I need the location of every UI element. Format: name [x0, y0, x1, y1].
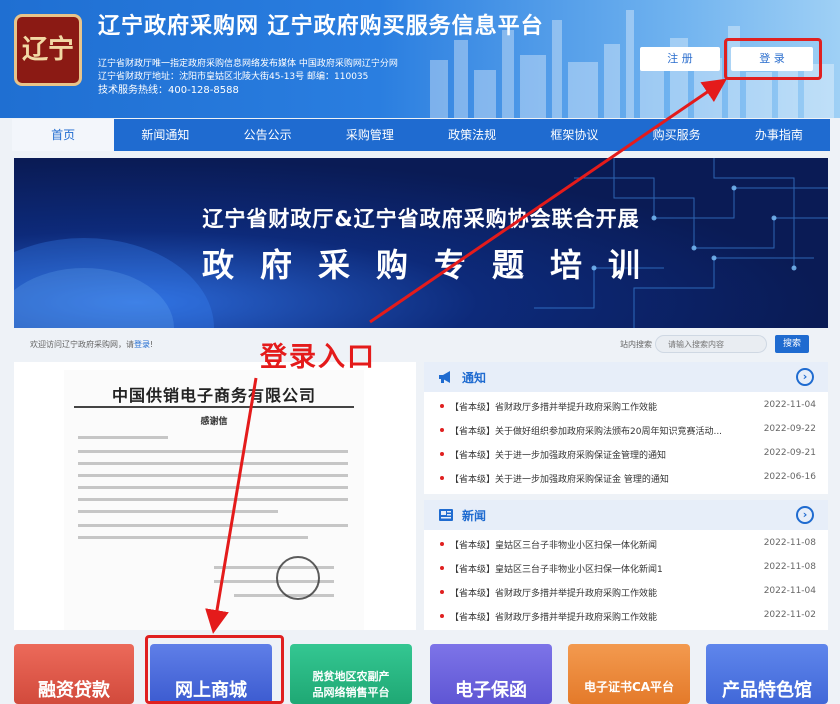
- annotation-arrows: [205, 78, 727, 634]
- arrow-to-mall: [205, 377, 258, 634]
- arrow-to-login: [369, 78, 727, 324]
